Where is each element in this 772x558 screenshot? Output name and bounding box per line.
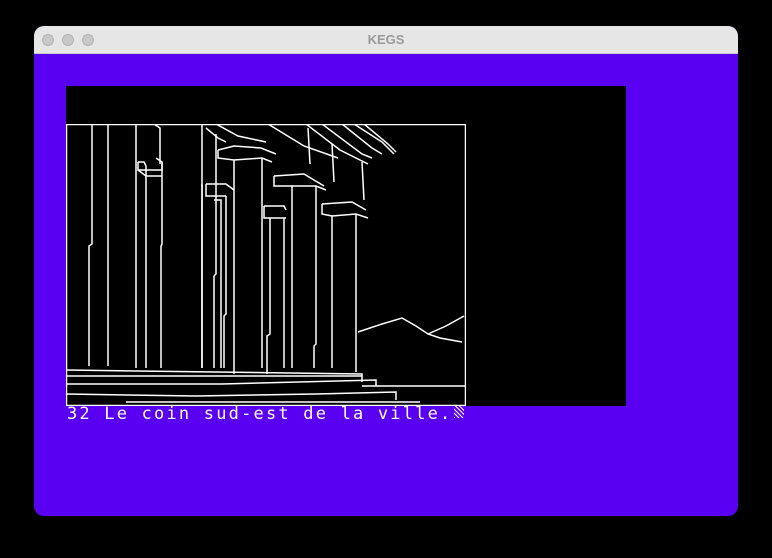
window-title: KEGS [367,32,405,47]
apple-ii-screen[interactable] [66,86,626,406]
room-description: 32 Le coin sud-est de la ville. [67,404,465,424]
text-cursor [454,406,465,418]
temple-columns-illustration [66,124,466,406]
emulator-window: KEGS 32 Le coin sud-est de la ville. [34,26,738,516]
room-description-text: 32 Le coin sud-est de la ville. [67,404,453,424]
title-bar[interactable]: KEGS [34,26,738,54]
